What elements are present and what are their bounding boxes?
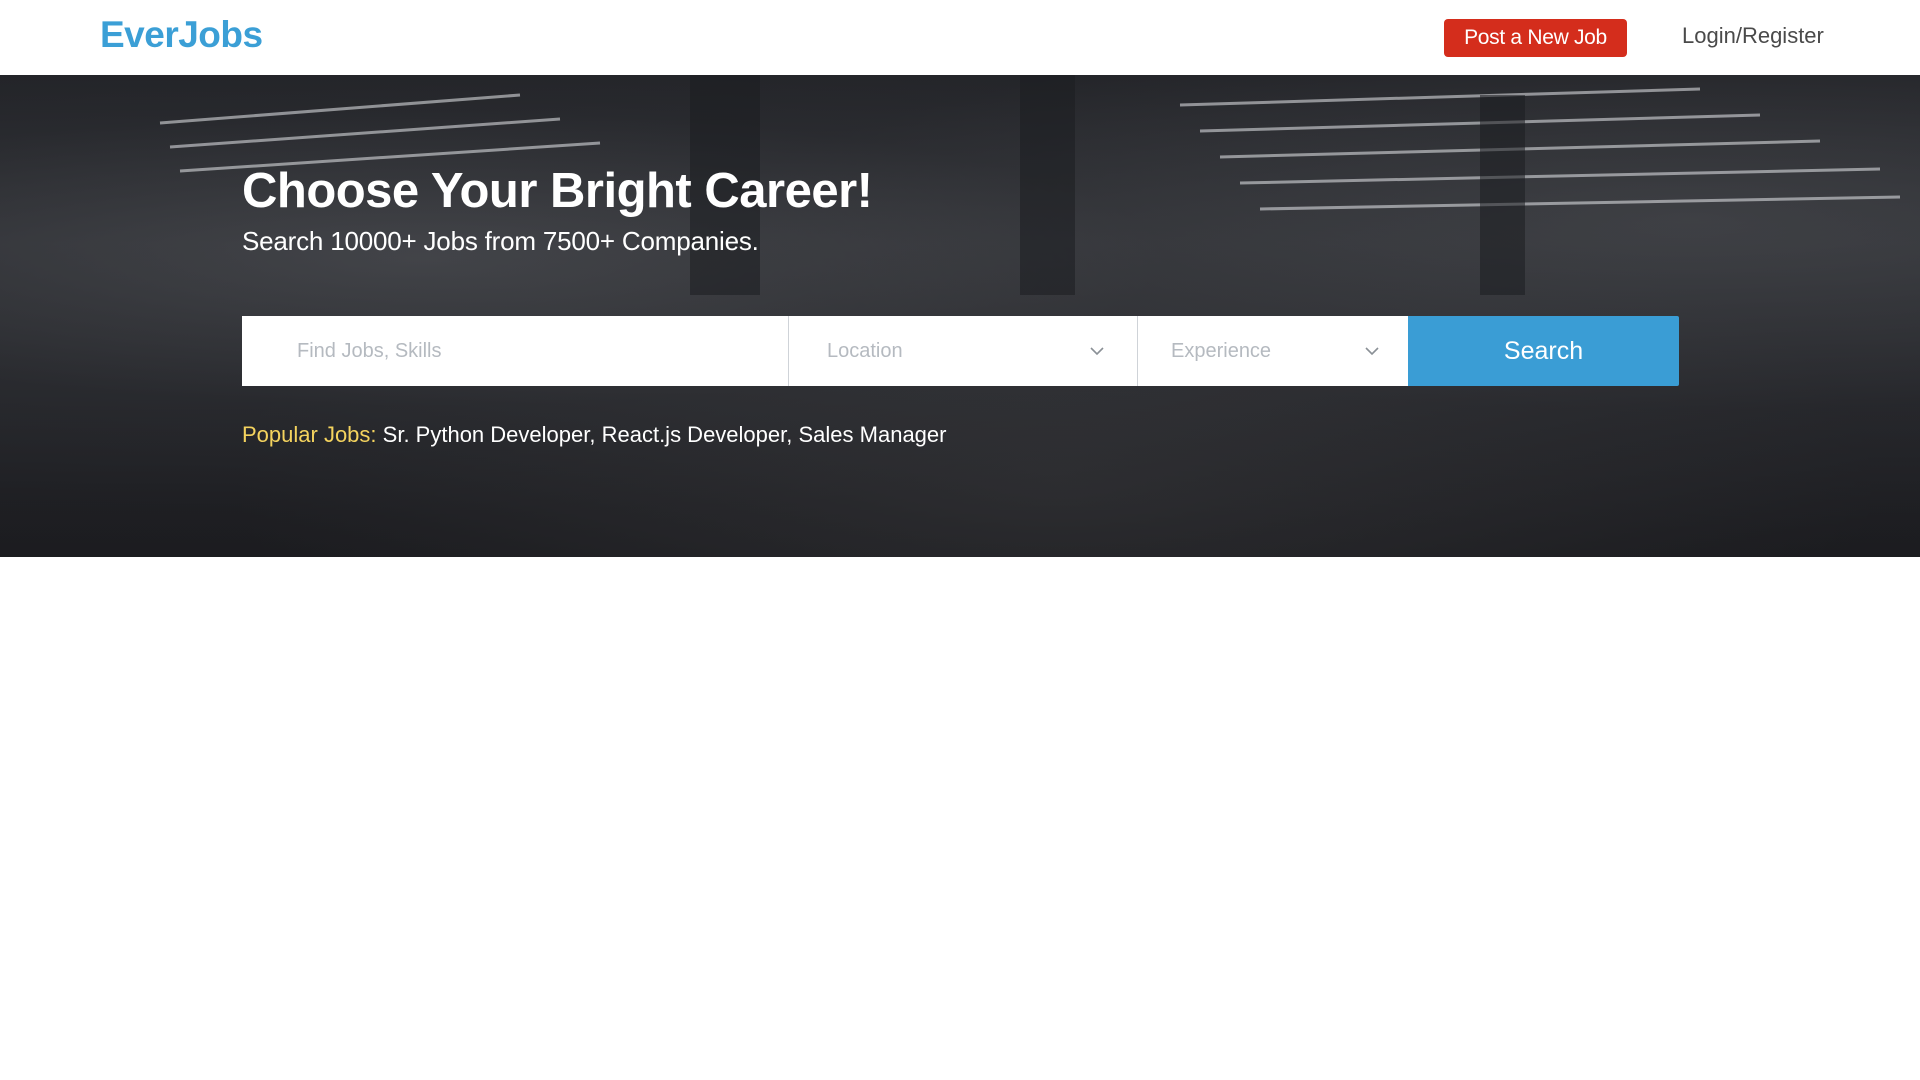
- hero-subtitle: Search 10000+ Jobs from 7500+ Companies.: [242, 226, 759, 256]
- popular-job-link[interactable]: Sr. Python Developer: [383, 422, 590, 447]
- job-keyword-input[interactable]: [242, 316, 789, 386]
- popular-jobs-separator: ,: [786, 422, 793, 447]
- chevron-down-icon: [1090, 347, 1104, 356]
- job-search-bar: Location Experience Search: [242, 316, 1679, 386]
- location-select-label: Location: [827, 339, 903, 362]
- post-job-button[interactable]: Post a New Job: [1444, 19, 1627, 57]
- search-button[interactable]: Search: [1408, 316, 1679, 386]
- login-register-link[interactable]: Login/Register: [1682, 23, 1824, 49]
- popular-job-link[interactable]: Sales Manager: [799, 422, 947, 447]
- experience-select[interactable]: Experience: [1138, 316, 1408, 386]
- top-navbar: EverJobs Post a New Job Login/Register: [0, 0, 1920, 75]
- hero-title: Choose Your Bright Career!: [242, 164, 873, 218]
- hero-content: Choose Your Bright Career! Search 10000+…: [242, 75, 1682, 557]
- site-logo[interactable]: EverJobs: [100, 14, 263, 56]
- popular-jobs: Popular Jobs: Sr. Python Developer, Reac…: [242, 422, 946, 448]
- popular-job-link[interactable]: React.js Developer: [602, 422, 787, 447]
- popular-jobs-label: Popular Jobs:: [242, 422, 377, 447]
- hero-banner: Choose Your Bright Career! Search 10000+…: [0, 75, 1920, 557]
- location-select[interactable]: Location: [789, 316, 1138, 386]
- popular-jobs-separator: ,: [589, 422, 596, 447]
- chevron-down-icon: [1365, 347, 1379, 356]
- experience-select-label: Experience: [1171, 339, 1272, 362]
